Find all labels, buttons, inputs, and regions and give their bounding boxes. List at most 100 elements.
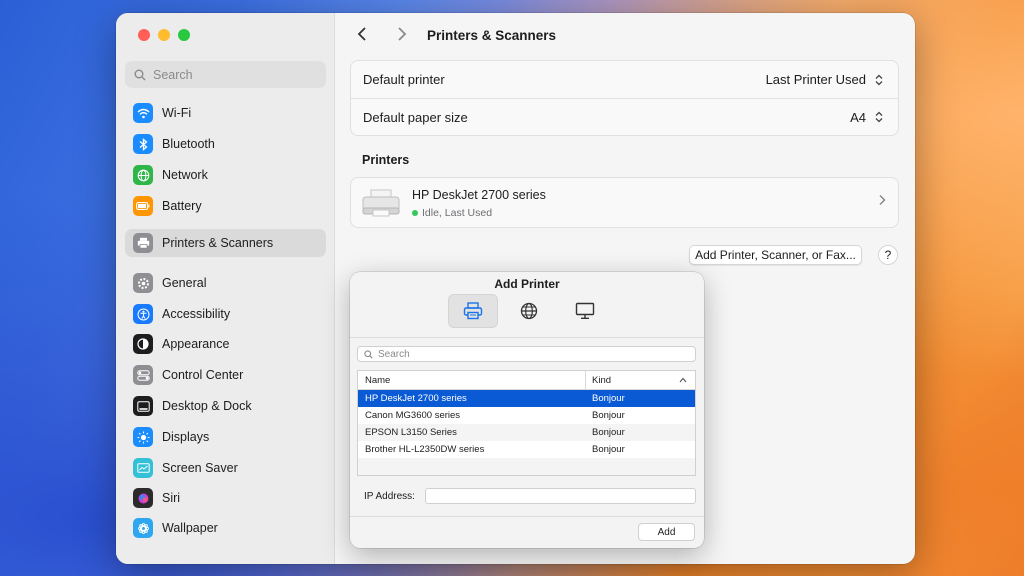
sidebar-item-desktop-dock[interactable]: Desktop & Dock [125,392,326,420]
sidebar-item-label: Accessibility [162,307,231,321]
chevron-right-icon [398,27,407,41]
table-row[interactable]: Canon MG3600 series Bonjour [358,407,695,424]
minimize-window-button[interactable] [158,29,170,41]
defaults-card: Default printer Last Printer Used Defaul… [350,60,899,136]
help-button[interactable]: ? [878,245,898,265]
sidebar-item-label: Appearance [162,337,230,351]
default-printer-row[interactable]: Default printer Last Printer Used [351,61,898,98]
search-icon [364,349,373,359]
back-button[interactable] [357,26,367,47]
sidebar-item-appearance[interactable]: Appearance [125,330,326,358]
wifi-icon [133,103,153,123]
zoom-window-button[interactable] [178,29,190,41]
sidebar-item-siri[interactable]: Siri [125,484,326,512]
chevron-updown-icon [875,74,883,85]
sidebar-item-label: Wallpaper [162,521,218,535]
row-name: HP DeskJet 2700 series [365,393,467,404]
printer-device-icon [362,189,400,217]
printer-search-placeholder: Search [378,348,410,360]
sidebar-item-printers-scanners[interactable]: Printers & Scanners [125,229,326,257]
sidebar-item-label: Bluetooth [162,137,215,151]
row-kind: Bonjour [592,393,625,404]
battery-icon [133,196,153,216]
sidebar-item-wallpaper[interactable]: Wallpaper [125,514,326,542]
dock-icon [133,396,153,416]
printer-status-text: Idle, Last Used [422,207,493,219]
sidebar-item-screen-saver[interactable]: Screen Saver [125,454,326,482]
sidebar-item-battery[interactable]: Battery [125,192,326,220]
sidebar-item-label: Control Center [162,368,244,382]
sidebar-item-label: Screen Saver [162,461,238,475]
printer-name: HP DeskJet 2700 series [412,188,546,202]
gear-icon [133,273,153,293]
sidebar-item-label: Printers & Scanners [162,236,274,250]
column-header-kind[interactable]: Kind [586,375,695,386]
sidebar-item-bluetooth[interactable]: Bluetooth [125,130,326,158]
dialog-toolbar [448,294,610,328]
table-row[interactable]: HP DeskJet 2700 series Bonjour [358,390,695,407]
default-paper-popup[interactable] [872,109,886,125]
divider [350,337,704,338]
printer-row[interactable]: HP DeskJet 2700 series Idle, Last Used [350,177,899,228]
screen-saver-icon [133,458,153,478]
sidebar-item-control-center[interactable]: Control Center [125,361,326,389]
row-kind: Bonjour [592,444,625,455]
sidebar-item-wifi[interactable]: Wi-Fi [125,99,326,127]
empty-row [358,458,695,475]
printer-tab-icon [463,302,483,320]
row-name: EPSON L3150 Series [365,427,457,438]
sidebar-item-label: Battery [162,199,202,213]
sidebar-search-placeholder: Search [153,67,193,82]
sort-ascending-icon [679,377,687,383]
ip-address-field[interactable] [425,488,696,504]
printer-list: Name Kind HP DeskJet 2700 series Bonjour… [357,370,696,476]
sidebar-item-label: General [162,276,207,290]
forward-button[interactable] [397,26,407,47]
chevron-left-icon [357,27,366,41]
status-dot-icon [412,210,418,216]
sidebar-item-label: Desktop & Dock [162,399,252,413]
add-printer-button[interactable]: Add Printer, Scanner, or Fax... [689,245,862,265]
siri-icon [133,488,153,508]
table-header: Name Kind [358,370,695,390]
control-center-icon [133,365,153,385]
search-icon [134,69,146,80]
page-title: Printers & Scanners [427,28,557,43]
table-row[interactable]: Brother HL-L2350DW series Bonjour [358,441,695,458]
default-paper-row[interactable]: Default paper size A4 [351,98,898,135]
windows-printers-tab[interactable] [560,294,610,328]
ip-printers-tab[interactable] [504,294,554,328]
globe-tab-icon [520,302,538,320]
globe-icon [133,165,153,185]
sidebar-item-label: Siri [162,491,181,505]
column-kind-label: Kind [592,374,612,386]
table-row[interactable]: EPSON L3150 Series Bonjour [358,424,695,441]
printer-icon [133,233,153,253]
default-paper-label: Default paper size [363,109,468,125]
default-printer-value: Last Printer Used [765,72,866,87]
printer-search-input[interactable]: Search [357,346,696,362]
sidebar-item-displays[interactable]: Displays [125,423,326,451]
close-window-button[interactable] [138,29,150,41]
accessibility-icon [133,304,153,324]
sidebar-item-general[interactable]: General [125,269,326,297]
sidebar-item-network[interactable]: Network [125,161,326,189]
monitor-tab-icon [575,302,595,319]
traffic-lights [138,29,190,41]
add-button[interactable]: Add [638,523,695,541]
row-name: Brother HL-L2350DW series [365,444,485,455]
wallpaper-icon [133,518,153,538]
sidebar-search-input[interactable]: Search [125,61,326,88]
appearance-icon [133,334,153,354]
add-printer-dialog: Add Printer Search Name Kind HP DeskJet … [350,272,704,548]
sidebar-item-accessibility[interactable]: Accessibility [125,300,326,328]
ip-address-label: IP Address: [364,491,415,502]
default-printer-popup[interactable] [872,72,886,88]
sidebar: Search Wi-Fi Bluetooth Network Battery P… [116,13,335,564]
default-paper-value: A4 [850,109,866,125]
default-printer-label: Default printer [363,72,445,87]
column-header-name[interactable]: Name [358,370,586,390]
default-printers-tab[interactable] [448,294,498,328]
divider [350,516,704,517]
column-name-label: Name [365,374,391,386]
